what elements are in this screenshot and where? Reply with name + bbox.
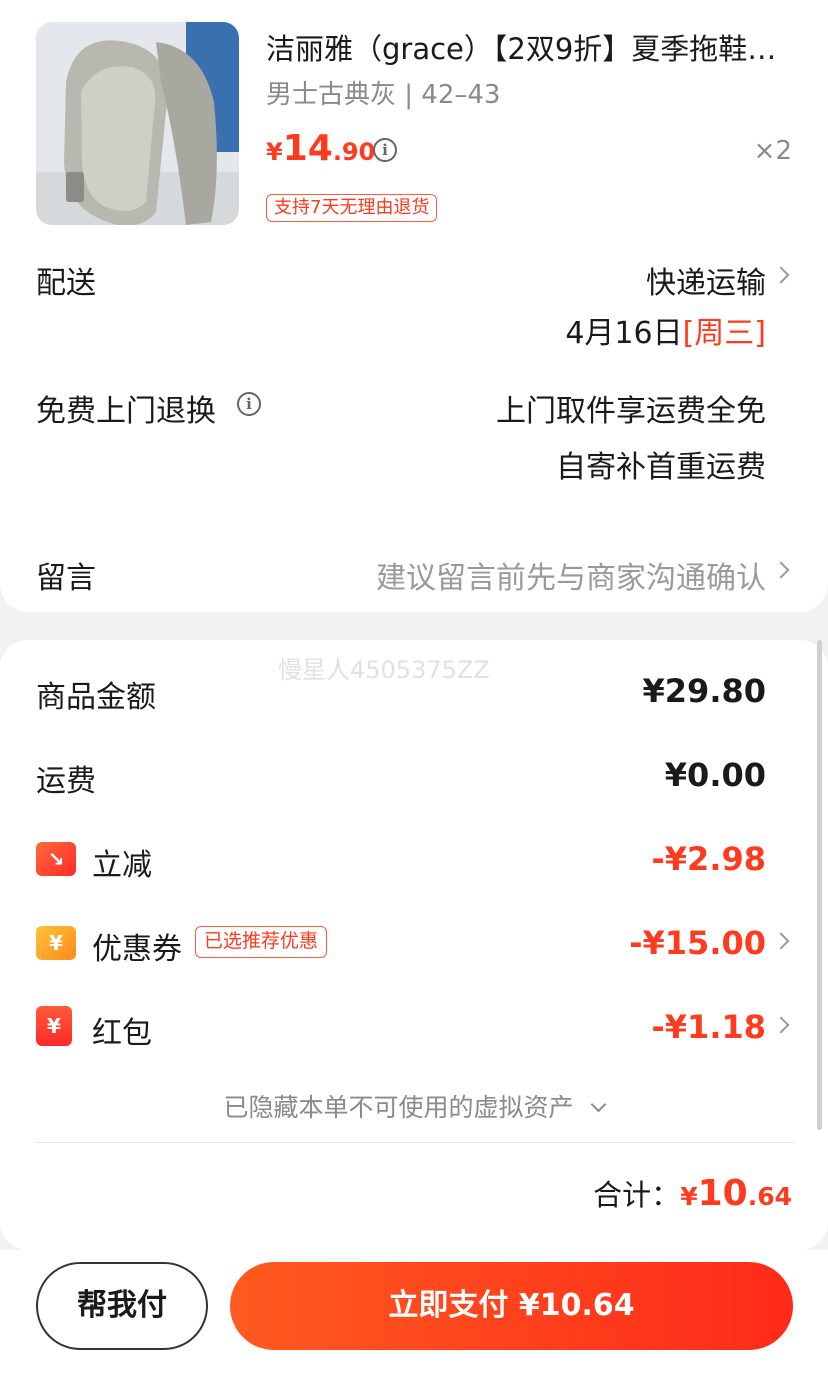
price-info-icon[interactable]: i	[373, 138, 397, 162]
product-thumbnail[interactable]	[36, 22, 239, 225]
goods-amount-label: 商品金额	[36, 680, 156, 715]
shipping-value: ¥0.00	[664, 756, 766, 794]
red-packet-label: 红包	[92, 1016, 152, 1051]
total-currency: ¥	[680, 1182, 698, 1211]
slipper-image	[36, 22, 239, 225]
red-packet-icon: ¥	[36, 1006, 72, 1046]
free-return-label: 免费上门退换	[36, 394, 216, 429]
coupon-yen-icon: ¥	[36, 926, 76, 960]
product-quantity: ×2	[753, 136, 792, 166]
goods-amount-value: ¥29.80	[642, 672, 766, 710]
coupon-label: 优惠券	[92, 932, 182, 967]
product-title[interactable]: 洁丽雅（grace）【2双9折】夏季拖鞋男士	[266, 26, 796, 68]
total-decimal: .64	[747, 1182, 792, 1211]
total-integer: 10	[697, 1173, 748, 1214]
delivery-date-text: 4月16日	[565, 316, 683, 351]
free-return-info-icon[interactable]: i	[237, 392, 261, 416]
total-label: 合计：	[593, 1178, 681, 1212]
product-spec[interactable]: 男士古典灰 | 42–43	[266, 74, 500, 111]
discount-label: 立减	[92, 848, 152, 883]
pay-now-button[interactable]: 立即支付 ¥10.64	[230, 1262, 793, 1350]
hidden-assets-text: 已隐藏本单不可使用的虚拟资产	[223, 1093, 574, 1122]
delivery-date: 4月16日[周三]	[565, 308, 766, 352]
return-policy-tag: 支持7天无理由退货	[266, 194, 438, 222]
message-input[interactable]: 建议留言前先与商家沟通确认	[376, 553, 766, 597]
product-price: ¥14.90	[266, 128, 375, 169]
free-return-line1: 上门取件享运费全免	[496, 394, 766, 429]
order-item-card: 洁丽雅（grace）【2双9折】夏季拖鞋男士 男士古典灰 | 42–43 ¥14…	[0, 0, 828, 612]
price-integer: 14	[282, 128, 333, 169]
delivery-method[interactable]: 快递运输	[646, 258, 766, 302]
help-pay-button[interactable]: 帮我付	[36, 1262, 208, 1350]
scrollbar[interactable]	[817, 640, 822, 1130]
hidden-assets-toggle[interactable]: 已隐藏本单不可使用的虚拟资产	[0, 1088, 828, 1124]
red-packet-value[interactable]: -¥1.18	[652, 1008, 767, 1046]
summary-divider	[36, 1142, 794, 1143]
total-row: 合计：¥10.64	[593, 1172, 792, 1214]
watermark-text: 慢星人4505375ZZ	[278, 656, 490, 684]
coupon-selected-tag[interactable]: 已选推荐优惠	[195, 926, 328, 958]
chevron-down-icon	[591, 1096, 607, 1113]
free-return-line2: 自寄补首重运费	[556, 450, 766, 485]
shipping-label: 运费	[36, 764, 96, 799]
discount-value: -¥2.98	[651, 840, 767, 878]
delivery-weekday: [周三]	[682, 316, 766, 351]
discount-arrow-icon: ↘	[36, 842, 76, 876]
delivery-chevron-icon[interactable]	[772, 266, 790, 284]
message-chevron-icon[interactable]	[772, 561, 790, 579]
message-label: 留言	[36, 561, 96, 596]
delivery-label: 配送	[36, 266, 96, 301]
coupon-value[interactable]: -¥15.00	[629, 924, 766, 962]
price-decimal: .90	[332, 138, 376, 166]
price-currency: ¥	[266, 138, 283, 166]
